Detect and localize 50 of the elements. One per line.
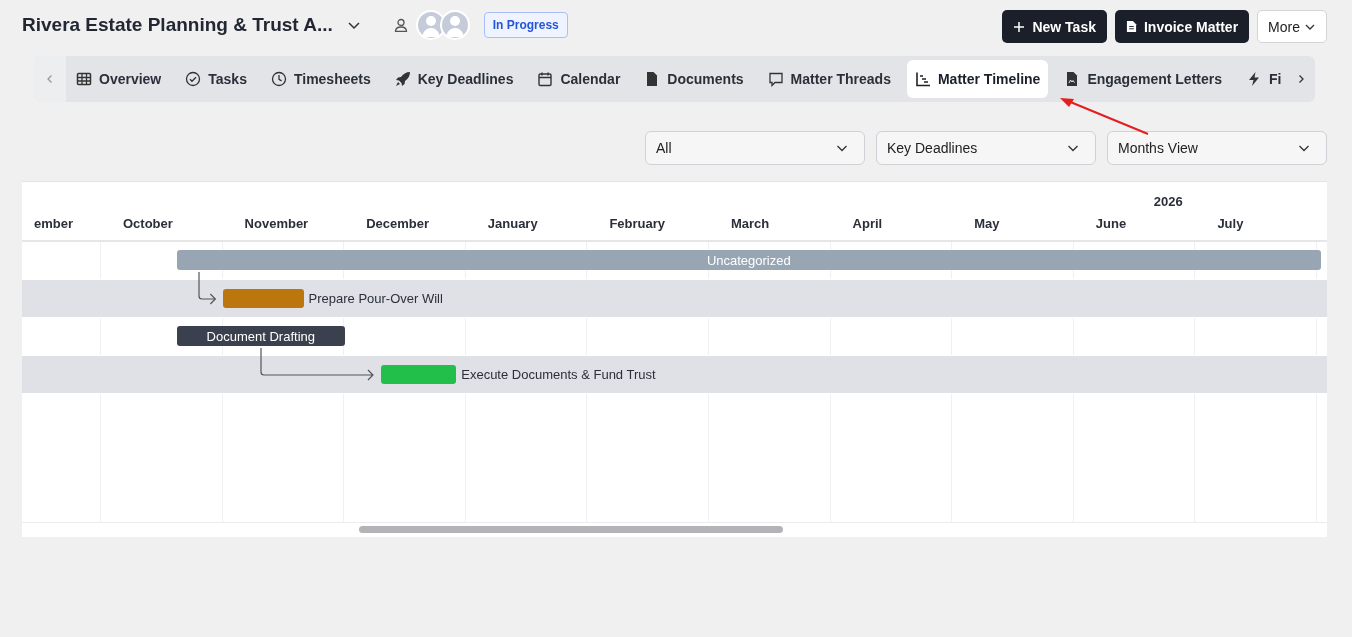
month-label: February	[608, 216, 666, 231]
task-bar[interactable]	[380, 365, 457, 384]
chevron-left-icon	[45, 74, 55, 84]
month-label: July	[1216, 216, 1244, 231]
chevron-right-icon	[1296, 74, 1306, 84]
tab[interactable]: Fi	[1238, 60, 1287, 98]
dropdown[interactable]: Months View	[1107, 131, 1327, 165]
task-bar[interactable]	[223, 289, 304, 308]
month-label: April	[851, 216, 883, 231]
avatar-icon[interactable]	[439, 10, 470, 40]
month-label: ember	[33, 216, 74, 231]
group-bar[interactable]: Document Drafting	[176, 326, 345, 346]
tab[interactable]: Timesheets	[262, 60, 379, 98]
document-icon	[1125, 20, 1137, 33]
month-label: December	[365, 216, 430, 231]
tab[interactable]: Matter Timeline	[906, 60, 1049, 98]
month-label: May	[973, 216, 1000, 231]
invoice-matter-button[interactable]: Invoice Matter	[1114, 10, 1250, 43]
dropdown[interactable]: All	[645, 131, 865, 165]
dropdown[interactable]: Key Deadlines	[876, 131, 1096, 165]
month-label: October	[122, 216, 173, 231]
tab[interactable]: Key Deadlines	[386, 60, 522, 98]
month-label: March	[730, 216, 770, 231]
task-label: Execute Documents & Fund Trust	[461, 367, 656, 382]
rocket-icon	[394, 71, 411, 87]
more-button[interactable]: More	[1257, 10, 1327, 43]
tab[interactable]: Overview	[68, 60, 170, 98]
clock-icon	[270, 71, 287, 87]
chat-bubble-icon	[767, 71, 784, 87]
calendar-icon	[537, 71, 554, 87]
year-label: 2026	[1152, 193, 1183, 209]
status-badge: In Progress	[483, 12, 568, 38]
month-label: June	[1094, 216, 1127, 231]
table-icon	[76, 71, 92, 87]
person-icon[interactable]	[393, 18, 408, 32]
connector-arrow	[197, 272, 217, 304]
tab[interactable]: Engagement Letters	[1056, 60, 1230, 98]
task-label: Prepare Pour-Over Will	[308, 291, 443, 306]
tab[interactable]: Tasks	[177, 60, 255, 98]
matter-title: Rivera Estate Planning & Trust A...	[22, 14, 333, 36]
new-task-button[interactable]: New Task	[1002, 10, 1107, 43]
month-label: January	[486, 216, 538, 231]
plus-icon	[1013, 20, 1026, 33]
tab[interactable]: Calendar	[529, 60, 629, 98]
scroll-left-button[interactable]	[34, 56, 66, 102]
check-circle-icon	[185, 71, 202, 87]
month-label: November	[243, 216, 309, 231]
tab[interactable]: Documents	[636, 60, 752, 98]
tab[interactable]: Matter Threads	[759, 60, 899, 98]
timeline-icon	[914, 71, 931, 87]
